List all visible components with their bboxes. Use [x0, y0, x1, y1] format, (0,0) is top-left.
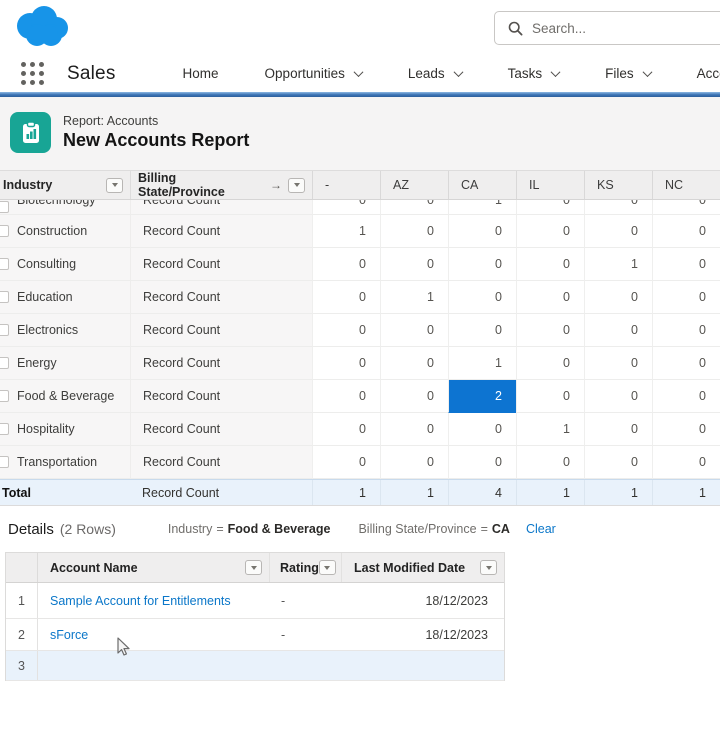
account-link[interactable]: Sample Account for Entitlements — [50, 594, 231, 608]
global-header: Search... — [0, 0, 720, 55]
search-icon — [508, 21, 523, 36]
filter-dropdown-icon[interactable] — [106, 178, 123, 193]
chevron-down-icon — [642, 67, 652, 77]
details-table: Account Name Rating Last Modified Date 1… — [5, 552, 505, 681]
salesforce-report-page: Search... Sales Home Opportunities Leads… — [0, 0, 720, 729]
details-header-row: Account Name Rating Last Modified Date — [6, 553, 504, 583]
nav-items: Home Opportunities Leads Tasks Files Acc… — [160, 66, 720, 81]
filter-chip-industry: Industry=Food & Beverage — [168, 522, 331, 536]
row-number: 2 — [6, 619, 38, 650]
page-title: New Accounts Report — [63, 130, 249, 151]
filter-dropdown-icon[interactable] — [480, 560, 497, 575]
mouse-cursor — [116, 637, 131, 657]
details-title: Details — [8, 521, 54, 538]
table-row: 3 — [6, 651, 504, 681]
row-checkbox[interactable] — [0, 291, 9, 303]
column-header-state[interactable]: NC — [652, 171, 720, 199]
column-header-state[interactable]: - — [312, 171, 380, 199]
table-row[interactable]: Transportation Record Count 0 0 0 0 0 0 — [0, 446, 720, 479]
row-checkbox[interactable] — [0, 423, 9, 435]
table-row: 1 Sample Account for Entitlements - 18/1… — [6, 583, 504, 619]
rating-cell: - — [269, 583, 341, 618]
table-row[interactable]: Biotechnology Record Count 0 0 1 0 0 0 — [0, 200, 720, 215]
row-checkbox[interactable] — [0, 357, 9, 369]
app-launcher-icon[interactable] — [21, 62, 44, 85]
nav-item-accounts[interactable]: Accounts — [674, 66, 720, 81]
row-checkbox[interactable] — [0, 201, 9, 213]
row-checkbox[interactable] — [0, 456, 9, 468]
table-row[interactable]: Energy Record Count 0 0 1 0 0 0 — [0, 347, 720, 380]
total-label: Total — [0, 480, 130, 505]
report-type-label: Report: Accounts — [63, 114, 158, 128]
table-row[interactable]: Consulting Record Count 0 0 0 0 1 0 — [0, 248, 720, 281]
row-checkbox[interactable] — [0, 225, 9, 237]
selected-cell[interactable]: 2 — [448, 380, 516, 413]
details-row-count: (2 Rows) — [60, 521, 116, 537]
filter-chip-billing-state: Billing State/Province=CA — [358, 522, 510, 536]
column-header-last-modified[interactable]: Last Modified Date — [341, 553, 504, 582]
rating-cell: - — [269, 619, 341, 650]
table-row[interactable]: Education Record Count 0 1 0 0 0 0 — [0, 281, 720, 314]
app-name[interactable]: Sales — [67, 63, 116, 85]
chevron-down-icon — [353, 67, 363, 77]
row-checkbox[interactable] — [0, 324, 9, 336]
search-placeholder: Search... — [532, 21, 586, 36]
report-icon — [10, 112, 51, 153]
chevron-down-icon — [551, 67, 561, 77]
column-header-billing-state[interactable]: Billing State/Province → — [130, 171, 312, 199]
date-cell: 18/12/2023 — [341, 619, 504, 650]
arrow-right-icon: → — [270, 178, 282, 192]
column-header-state[interactable]: CA — [448, 171, 516, 199]
nav-item-home[interactable]: Home — [160, 66, 242, 81]
row-checkbox[interactable] — [0, 390, 9, 402]
table-row[interactable]: Hospitality Record Count 0 0 0 1 0 0 — [0, 413, 720, 446]
table-row[interactable]: Construction Record Count 1 0 0 0 0 0 — [0, 215, 720, 248]
report-header: Report: Accounts New Accounts Report — [0, 97, 720, 170]
column-header-account-name[interactable]: Account Name — [38, 553, 269, 582]
pivot-header-row: Industry Billing State/Province → - AZ C… — [0, 170, 720, 200]
nav-item-files[interactable]: Files — [582, 66, 674, 81]
filter-dropdown-icon[interactable] — [245, 560, 262, 575]
details-bar: Details (2 Rows) Industry=Food & Beverag… — [0, 506, 720, 552]
app-navigation-bar: Sales Home Opportunities Leads Tasks Fil… — [0, 55, 720, 92]
row-number: 1 — [6, 583, 38, 618]
column-header-industry[interactable]: Industry — [0, 171, 130, 199]
nav-item-leads[interactable]: Leads — [385, 66, 485, 81]
table-row[interactable]: Electronics Record Count 0 0 0 0 0 0 — [0, 314, 720, 347]
salesforce-logo-icon — [10, 4, 76, 52]
filter-dropdown-icon[interactable] — [288, 178, 305, 193]
date-cell: 18/12/2023 — [341, 583, 504, 618]
chevron-down-icon — [453, 67, 463, 77]
table-row: 2 sForce - 18/12/2023 — [6, 619, 504, 651]
nav-item-tasks[interactable]: Tasks — [485, 66, 583, 81]
column-header-state[interactable]: IL — [516, 171, 584, 199]
global-search-input[interactable]: Search... — [494, 11, 720, 45]
column-header-state[interactable]: KS — [584, 171, 652, 199]
total-row: Total Record Count 1 1 4 1 1 1 — [0, 479, 720, 506]
row-checkbox[interactable] — [0, 258, 9, 270]
filter-dropdown-icon[interactable] — [319, 560, 336, 575]
row-number: 3 — [6, 651, 38, 680]
pivot-table: Industry Billing State/Province → - AZ C… — [0, 170, 720, 506]
nav-item-opportunities[interactable]: Opportunities — [242, 66, 385, 81]
column-header-rating[interactable]: Rating — [269, 553, 341, 582]
table-row[interactable]: Food & Beverage Record Count 0 0 2 0 0 0 — [0, 380, 720, 413]
account-link[interactable]: sForce — [50, 628, 88, 642]
column-header-state[interactable]: AZ — [380, 171, 448, 199]
clear-filters-link[interactable]: Clear — [526, 522, 556, 536]
active-filters: Industry=Food & Beverage Billing State/P… — [168, 522, 510, 536]
row-number-header — [6, 553, 38, 582]
